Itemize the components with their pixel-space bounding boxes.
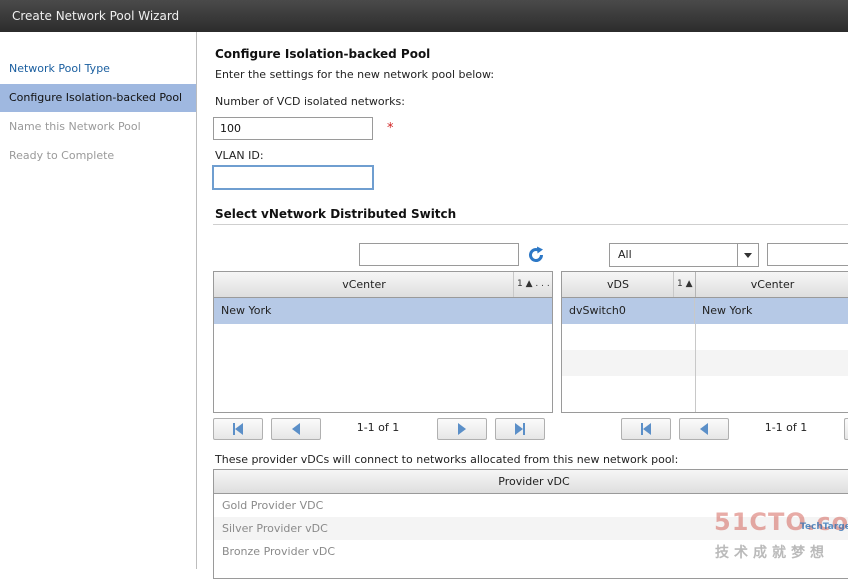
pager-status: 1-1 of 1 xyxy=(764,421,808,434)
vds-grid-header: vDS 1 ▲ vCenter xyxy=(562,272,848,298)
isolated-networks-label: Number of VCD isolated networks: xyxy=(215,95,405,108)
vds-column-header[interactable]: vDS xyxy=(562,272,674,297)
vds-filter-select[interactable]: All xyxy=(609,243,759,267)
vlan-id-input[interactable] xyxy=(212,165,374,190)
vds-grid: vDS 1 ▲ vCenter dvSwitch0 New York xyxy=(561,271,848,413)
table-row-empty xyxy=(562,376,848,402)
provider-vdc-column-header[interactable]: Provider vDC xyxy=(214,470,848,493)
previous-page-button[interactable] xyxy=(271,418,321,440)
provider-vdc-header: Provider vDC xyxy=(214,470,848,494)
step-configure-isolation-backed-pool[interactable]: Configure Isolation-backed Pool xyxy=(0,84,196,112)
switch-section-heading: Select vNetwork Distributed Switch xyxy=(215,207,457,221)
page-subtitle: Enter the settings for the new network p… xyxy=(215,68,495,81)
sort-indicator[interactable]: 1 ▲ . . . xyxy=(513,272,552,297)
isolated-networks-input[interactable] xyxy=(213,117,373,140)
previous-page-button[interactable] xyxy=(679,418,729,440)
vlan-id-label: VLAN ID: xyxy=(215,149,264,162)
pager-status: 1-1 of 1 xyxy=(356,421,400,434)
last-page-icon xyxy=(515,423,523,435)
vds-search-input[interactable] xyxy=(767,243,848,266)
vcenter-search-input[interactable] xyxy=(359,243,519,266)
step-network-pool-type[interactable]: Network Pool Type xyxy=(0,55,196,83)
wizard-content: Configure Isolation-backed Pool Enter th… xyxy=(198,32,848,579)
window-title-bar: Create Network Pool Wizard xyxy=(0,0,848,32)
vdc-description: These provider vDCs will connect to netw… xyxy=(215,453,679,466)
chevron-down-icon[interactable] xyxy=(737,244,758,266)
watermark-brand: TechTarget xyxy=(800,522,848,532)
table-row[interactable]: New York xyxy=(214,298,552,324)
vcenter-cell: New York xyxy=(221,304,272,317)
vcenter-cell: New York xyxy=(702,304,753,317)
window-title: Create Network Pool Wizard xyxy=(12,9,180,23)
refresh-icon[interactable] xyxy=(526,245,546,265)
step-name-network-pool: Name this Network Pool xyxy=(9,120,141,133)
page-title: Configure Isolation-backed Pool xyxy=(215,47,431,61)
previous-page-icon xyxy=(292,423,300,435)
next-page-button[interactable] xyxy=(437,418,487,440)
next-page-button[interactable] xyxy=(844,418,848,440)
first-page-button[interactable] xyxy=(213,418,263,440)
vds-cell: dvSwitch0 xyxy=(562,298,695,324)
vcenter-column-header[interactable]: vCenter xyxy=(214,272,514,297)
table-row[interactable]: dvSwitch0 New York xyxy=(562,298,848,324)
last-page-button[interactable] xyxy=(495,418,545,440)
vcenter-column-header[interactable]: vCenter xyxy=(696,272,848,297)
watermark-tagline: 技术成就梦想 xyxy=(715,545,829,561)
step-ready-to-complete: Ready to Complete xyxy=(9,149,115,162)
vcenter-grid: vCenter 1 ▲ . . . New York xyxy=(213,271,553,413)
required-marker: * xyxy=(387,121,394,136)
table-row-empty xyxy=(562,324,848,350)
previous-page-icon xyxy=(700,423,708,435)
section-divider xyxy=(213,224,848,225)
sort-indicator[interactable]: 1 ▲ xyxy=(673,272,696,297)
next-page-icon xyxy=(458,423,466,435)
column-divider xyxy=(695,324,696,412)
filter-selected-value: All xyxy=(618,248,632,261)
table-row-empty xyxy=(562,350,848,376)
wizard-steps-sidebar: Network Pool Type Configure Isolation-ba… xyxy=(0,32,197,569)
vcenter-grid-header: vCenter 1 ▲ . . . xyxy=(214,272,552,298)
first-page-button[interactable] xyxy=(621,418,671,440)
